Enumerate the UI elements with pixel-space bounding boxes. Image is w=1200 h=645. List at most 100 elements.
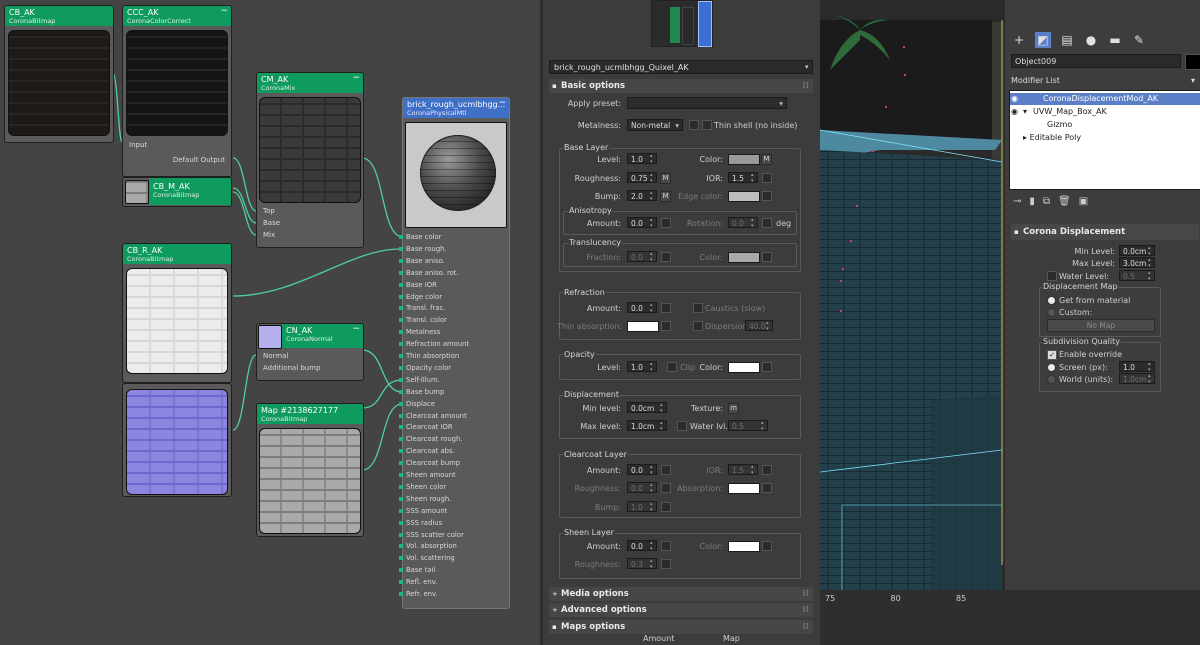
cd-max-spinner[interactable]: 3.0cm <box>1119 257 1155 269</box>
motion-icon[interactable]: ● <box>1083 32 1099 48</box>
base-color-map-button[interactable]: M <box>761 154 772 165</box>
sheen-color-map-button[interactable] <box>762 541 772 551</box>
aniso-map-button[interactable] <box>661 218 671 228</box>
material-slot[interactable]: Opacity color <box>398 362 451 374</box>
rotation-spinner[interactable]: 0.0 <box>728 217 758 229</box>
collapse-icon[interactable]: ▪ <box>1014 224 1019 240</box>
material-name-field[interactable]: brick_rough_ucmlbhgg_Quixel_AK <box>549 60 813 74</box>
thin-shell-checkbox[interactable] <box>702 120 712 130</box>
thin-abs-map-button[interactable] <box>661 321 671 331</box>
modifier-gizmo[interactable]: Gizmo <box>1011 119 1197 131</box>
opacity-color-swatch[interactable] <box>728 362 760 373</box>
cc-bump-spinner[interactable]: 1.0 <box>627 501 657 513</box>
material-slot[interactable]: Clearcoat IOR <box>399 421 453 433</box>
modifier-uvw-map[interactable]: ◉ ▾ UVW_Map_Box_AK <box>1011 106 1197 118</box>
rollout-basic-options[interactable]: ▪ Basic options ⁞⁞ <box>549 79 813 93</box>
sheen-color-swatch[interactable] <box>728 541 760 552</box>
refr-amount-spinner[interactable]: 0.0 <box>627 302 657 314</box>
material-slot[interactable]: Base bump <box>398 386 444 398</box>
make-unique-icon[interactable]: ⧉ <box>1043 196 1058 207</box>
port-input[interactable]: Input <box>129 141 147 150</box>
navigator-thumbnail[interactable] <box>651 0 713 47</box>
port-default-output[interactable]: Default Output <box>173 156 225 165</box>
material-slot[interactable]: SSS amount <box>398 505 447 517</box>
enable-override-checkbox[interactable]: ✓ <box>1047 350 1057 360</box>
material-slot[interactable]: Sheen color <box>398 481 446 493</box>
cd-min-spinner[interactable]: 0.0cm <box>1119 245 1155 257</box>
node-cb-m-ak[interactable]: CB_M_AK CoronaBitmap <box>122 177 232 207</box>
material-slot[interactable]: Refr. env. <box>399 588 438 600</box>
cd-water-checkbox[interactable] <box>1047 271 1057 281</box>
ior-map-button[interactable] <box>762 173 772 183</box>
material-slot[interactable]: Base aniso. rot. <box>399 267 459 279</box>
material-slot[interactable]: Sheen amount <box>399 469 456 481</box>
node-cn-ak[interactable]: CN_AK CoronaNormal − Normal Additional bum… <box>256 323 364 381</box>
metalness-dropdown[interactable]: Non-metal <box>627 119 683 132</box>
material-slot[interactable]: Clearcoat abs. <box>399 445 455 457</box>
port-normal[interactable]: Normal <box>263 352 288 361</box>
rollout-advanced-options[interactable]: + Advanced options ⁞⁞ <box>549 603 813 617</box>
dispersion-spinner[interactable]: 40.0 <box>745 320 773 332</box>
fraction-map-button[interactable] <box>661 252 671 262</box>
edge-color-swatch[interactable] <box>728 191 760 202</box>
rollout-corona-displacement[interactable]: ▪ Corona Displacement <box>1011 224 1199 240</box>
sheen-amount-map-button[interactable] <box>661 541 671 551</box>
modifier-editable-poly[interactable]: ▸ Editable Poly <box>1011 132 1197 144</box>
modifier-corona-displacement[interactable]: ◉ CoronaDisplacementMod_AK <box>1011 93 1197 105</box>
chevron-down-icon[interactable]: ▾ <box>805 60 809 74</box>
utilities-icon[interactable]: ✎ <box>1131 32 1147 48</box>
no-map-button[interactable]: No Map <box>1047 319 1155 332</box>
material-slot[interactable]: Base aniso. <box>399 255 445 267</box>
cc-abs-map-button[interactable] <box>762 483 772 493</box>
disp-max-spinner[interactable]: 1.0cm <box>627 420 667 432</box>
display-icon[interactable]: ▬ <box>1107 32 1123 48</box>
custom-radio[interactable] <box>1047 308 1056 317</box>
fraction-spinner[interactable]: 0.0 <box>627 251 657 263</box>
eye-icon[interactable]: ◉ <box>1011 106 1021 118</box>
material-slot[interactable]: SSS scatter color <box>399 529 464 541</box>
rollout-media-options[interactable]: + Media options ⁞⁞ <box>549 587 813 601</box>
minimize-icon[interactable]: − <box>498 99 506 108</box>
disp-min-spinner[interactable]: 0.0cm <box>627 402 667 414</box>
minimize-icon[interactable]: − <box>220 7 228 16</box>
material-slot[interactable]: Refraction amount <box>398 338 469 350</box>
material-slot[interactable]: Vol. absorption <box>399 540 457 552</box>
cc-rough-map-button[interactable] <box>661 483 671 493</box>
slate-node-editor[interactable]: CB_AK CoronaBitmap CCC_AK CoronaColorCorre… <box>0 0 540 645</box>
minimize-icon[interactable]: − <box>352 74 360 83</box>
node-normal-bitmap[interactable] <box>122 383 232 497</box>
material-slot[interactable]: Base tail <box>398 564 435 576</box>
chevron-down-icon[interactable]: ▾ <box>1191 76 1195 85</box>
base-level-spinner[interactable]: 1.0 <box>627 153 657 165</box>
material-slot[interactable]: Self-Illum. <box>399 374 440 386</box>
aniso-amount-spinner[interactable]: 0.0 <box>627 217 657 229</box>
cc-amount-map-button[interactable] <box>661 465 671 475</box>
cc-amount-spinner[interactable]: 0.0 <box>627 464 657 476</box>
material-slot[interactable]: Displace <box>399 398 435 410</box>
bump-map-button[interactable]: M <box>660 191 671 202</box>
cc-ior-spinner[interactable]: 1.5 <box>728 464 758 476</box>
opacity-level-spinner[interactable]: 1.0 <box>627 361 657 373</box>
rotation-map-button[interactable] <box>762 218 772 228</box>
cc-bump-map-button[interactable] <box>661 502 671 512</box>
world-radio[interactable] <box>1047 375 1056 384</box>
material-slot[interactable]: Metalness <box>398 326 440 338</box>
material-slot[interactable]: Base rough. <box>399 243 447 255</box>
port-mix[interactable]: Mix <box>263 231 275 240</box>
material-parameter-editor[interactable]: brick_rough_ucmlbhgg_Quixel_AK ▾ ▪ Basic … <box>543 0 820 645</box>
water-level-spinner[interactable]: 0.5 <box>728 420 768 432</box>
thin-abs-swatch[interactable] <box>627 321 659 332</box>
opacity-map-button[interactable] <box>762 362 772 372</box>
cd-water-spinner[interactable]: 0.5 <box>1119 270 1155 282</box>
transl-color-map-button[interactable] <box>762 252 772 262</box>
material-slot[interactable]: Sheen rough. <box>398 493 451 505</box>
material-slot[interactable]: SSS radius <box>398 517 442 529</box>
cc-abs-swatch[interactable] <box>728 483 760 494</box>
cc-rough-spinner[interactable]: 0.0 <box>627 482 657 494</box>
sheen-rough-map-button[interactable] <box>661 559 671 569</box>
material-slot[interactable]: Base color <box>398 231 441 243</box>
dispersion-checkbox[interactable] <box>693 321 703 331</box>
sheen-rough-spinner[interactable]: 0.3 <box>627 558 657 570</box>
base-color-swatch[interactable] <box>728 154 760 165</box>
disp-texture-button[interactable]: m <box>728 403 739 414</box>
